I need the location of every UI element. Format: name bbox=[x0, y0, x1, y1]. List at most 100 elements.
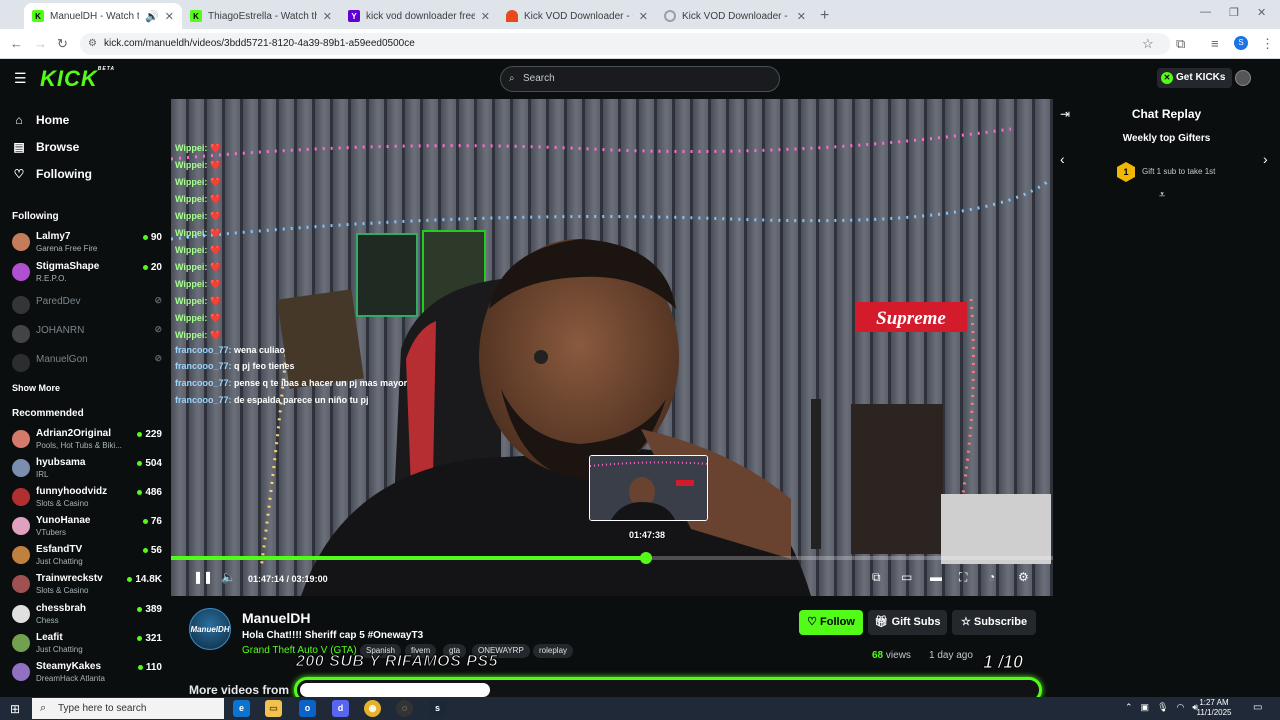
recommended-channel[interactable]: Adrian2Original Pools, Hot Tubs & Biki..… bbox=[12, 426, 162, 454]
star-icon: ☆ bbox=[960, 616, 971, 628]
recommended-channel[interactable]: SteamyKakes DreamHack Atlanta 110 bbox=[12, 659, 162, 687]
browser-tab-0[interactable]: K ManuelDH - Watch the VO 🔊 ✕ bbox=[24, 3, 182, 29]
windows-start-icon[interactable]: ⊞ bbox=[10, 702, 20, 716]
profile-avatar[interactable]: S bbox=[1234, 36, 1248, 50]
extension-favicon-icon bbox=[506, 10, 518, 22]
recommended-channel[interactable]: Leafit Just Chatting 321 bbox=[12, 630, 162, 658]
overlay-chat-line: Wippei: ❤️ bbox=[175, 160, 222, 170]
tag-chip[interactable]: roleplay bbox=[533, 644, 574, 658]
kick-favicon-icon: K bbox=[32, 10, 44, 22]
site-info-icon[interactable]: ⚙ bbox=[88, 33, 97, 55]
offline-icon: ⊘ bbox=[154, 295, 162, 305]
subscribe-button[interactable]: ☆ Subscribe bbox=[952, 610, 1036, 635]
taskbar-search[interactable]: ⌕ Type here to search bbox=[32, 698, 224, 719]
discord-icon[interactable]: d bbox=[332, 700, 349, 717]
miniplayer-icon[interactable]: ⧉ bbox=[872, 570, 881, 585]
recommended-channel[interactable]: chessbrah Chess 389 bbox=[12, 601, 162, 629]
back-icon[interactable]: ← bbox=[10, 36, 23, 51]
extensions-icon[interactable]: ⧉ bbox=[1176, 36, 1185, 52]
site-header: ☰ KICKBETA ⌕ Search ✕ Get KICKs bbox=[0, 59, 1280, 99]
recommended-channel[interactable]: YunoHanae VTubers 76 bbox=[12, 513, 162, 541]
get-kicks-button[interactable]: ✕ Get KICKs bbox=[1157, 68, 1233, 88]
close-tab-icon[interactable]: ✕ bbox=[481, 10, 490, 23]
tray-app-icon[interactable]: ▣ bbox=[1141, 702, 1150, 713]
app-icon[interactable]: ◌ bbox=[396, 700, 413, 717]
show-more-link[interactable]: Show More bbox=[12, 383, 60, 393]
audio-icon[interactable]: 🔊 bbox=[145, 10, 159, 23]
gift-prompt[interactable]: 1 Gift 1 sub to take 1st bbox=[1117, 161, 1215, 183]
autoplay-icon[interactable]: ◔ bbox=[988, 570, 995, 584]
chevron-right-icon[interactable]: › bbox=[1263, 151, 1268, 167]
search-icon: ⌕ bbox=[40, 702, 47, 714]
overlay-chat-line: francooo_77: q pj feo tienes bbox=[175, 361, 295, 371]
following-channel-pareddev[interactable]: ParedDev ⊘ bbox=[12, 292, 162, 320]
progress-bar[interactable] bbox=[171, 552, 1053, 564]
clip-icon[interactable]: ▭ bbox=[901, 570, 912, 584]
forward-icon[interactable]: → bbox=[34, 36, 47, 51]
avatar bbox=[12, 296, 30, 314]
search-icon: ⌕ bbox=[509, 73, 515, 84]
kick-logo[interactable]: KICKBETA bbox=[40, 66, 115, 92]
live-dot-icon bbox=[137, 489, 143, 495]
media-control-icon[interactable]: ≡ bbox=[1211, 36, 1219, 51]
search-input[interactable]: ⌕ Search bbox=[500, 66, 780, 92]
channel-name[interactable]: ManuelDH bbox=[242, 610, 310, 626]
gift-subs-button[interactable]: 🎁︎ Gift Subs bbox=[868, 610, 947, 635]
close-tab-icon[interactable]: ✕ bbox=[797, 10, 806, 23]
chrome-icon[interactable]: ◉ bbox=[364, 700, 381, 717]
file-explorer-icon[interactable]: ▭ bbox=[265, 700, 282, 717]
volume-icon[interactable]: 🔈 bbox=[221, 570, 236, 584]
close-tab-icon[interactable]: ✕ bbox=[323, 10, 332, 23]
clock[interactable]: 1:27 AM 11/1/2025 bbox=[1196, 698, 1232, 718]
nav-browse[interactable]: ▤ Browse bbox=[12, 140, 79, 154]
outlook-icon[interactable]: o bbox=[299, 700, 316, 717]
rank-medal-icon: 1 bbox=[1117, 162, 1135, 182]
bookmark-star-icon[interactable]: ☆ bbox=[1142, 36, 1154, 52]
nav-home[interactable]: ⌂ Home bbox=[12, 113, 69, 127]
player-controls: ❚❚ 🔈 01:47:14 / 03:19:00 ⧉ ▭ ▬ ⛶ ◔ ⚙ bbox=[171, 570, 1053, 592]
nav-following[interactable]: ♡ Following bbox=[12, 167, 92, 181]
browser-tab-3[interactable]: Kick VOD Downloader - Chrom ✕ bbox=[498, 3, 656, 29]
notifications-icon[interactable]: ▭ bbox=[1253, 702, 1262, 713]
new-tab-icon[interactable]: + bbox=[820, 3, 829, 29]
microphone-icon[interactable]: 🎙︎ bbox=[1157, 702, 1168, 713]
browser-tab-1[interactable]: K ThiagoEstrella - Watch the VOD ✕ bbox=[182, 3, 340, 29]
following-channel-manuelgon[interactable]: ManuelGon ⊘ bbox=[12, 350, 162, 378]
pause-icon[interactable]: ❚❚ bbox=[193, 570, 213, 584]
chevron-up-icon[interactable]: ⌃ bbox=[1125, 702, 1133, 713]
minimize-icon[interactable]: — bbox=[1200, 6, 1211, 18]
theater-mode-icon[interactable]: ▬ bbox=[930, 570, 942, 584]
chevron-left-icon[interactable]: ‹ bbox=[1060, 151, 1065, 167]
settings-gear-icon[interactable]: ⚙ bbox=[1018, 570, 1029, 584]
edge-icon[interactable]: e bbox=[233, 700, 250, 717]
overlay-chat-line: Wippei: ❤️ bbox=[175, 313, 222, 323]
follow-button[interactable]: ♡ Follow bbox=[799, 610, 863, 635]
stream-goal-count: 1 /10 bbox=[982, 652, 1024, 673]
user-avatar[interactable] bbox=[1235, 70, 1251, 86]
following-channel-johanrn[interactable]: JOHANRN ⊘ bbox=[12, 321, 162, 349]
recommended-channel[interactable]: hyubsama IRL 504 bbox=[12, 455, 162, 483]
browser-tab-2[interactable]: Y kick vod downloader free mp3 ✕ bbox=[340, 3, 498, 29]
fullscreen-icon[interactable]: ⛶ bbox=[959, 570, 967, 585]
following-channel-stigmashape[interactable]: StigmaShape R.E.P.O. 20 bbox=[12, 259, 162, 287]
progress-knob[interactable] bbox=[639, 552, 652, 564]
hamburger-menu-icon[interactable]: ☰ bbox=[14, 70, 27, 87]
browser-tab-4[interactable]: Kick VOD Downloader - Stream ✕ bbox=[656, 3, 814, 29]
recommended-channel[interactable]: EsfandTV Just Chatting 56 bbox=[12, 542, 162, 570]
following-channel-lalmy7[interactable]: Lalmy7 Garena Free Fire 90 bbox=[12, 229, 162, 257]
close-tab-icon[interactable]: ✕ bbox=[639, 10, 648, 23]
wifi-icon[interactable]: ◠ bbox=[1177, 702, 1185, 713]
restore-icon[interactable]: ❐ bbox=[1229, 6, 1239, 19]
recommended-channel[interactable]: Trainwreckstv Slots & Casino 14.8K bbox=[12, 571, 162, 599]
video-player[interactable]: Supreme Wippei: ❤️ Wippei: ❤️ Wippei: ❤️… bbox=[171, 99, 1053, 596]
steam-icon[interactable]: s bbox=[429, 700, 446, 717]
avatar bbox=[12, 430, 30, 448]
close-window-icon[interactable]: ✕ bbox=[1257, 6, 1266, 19]
chrome-menu-icon[interactable]: ⋮ bbox=[1261, 36, 1274, 52]
address-bar[interactable]: ⚙ kick.com/manueldh/videos/3bdd5721-8120… bbox=[80, 33, 1170, 55]
recommended-channel[interactable]: funnyhoodvidz Slots & Casino 486 bbox=[12, 484, 162, 512]
reload-icon[interactable]: ↻ bbox=[57, 36, 68, 52]
expand-gifters-icon[interactable]: ⩡ bbox=[1159, 189, 1165, 202]
close-tab-icon[interactable]: ✕ bbox=[165, 10, 174, 23]
channel-avatar[interactable]: ManuelDH bbox=[189, 608, 231, 650]
